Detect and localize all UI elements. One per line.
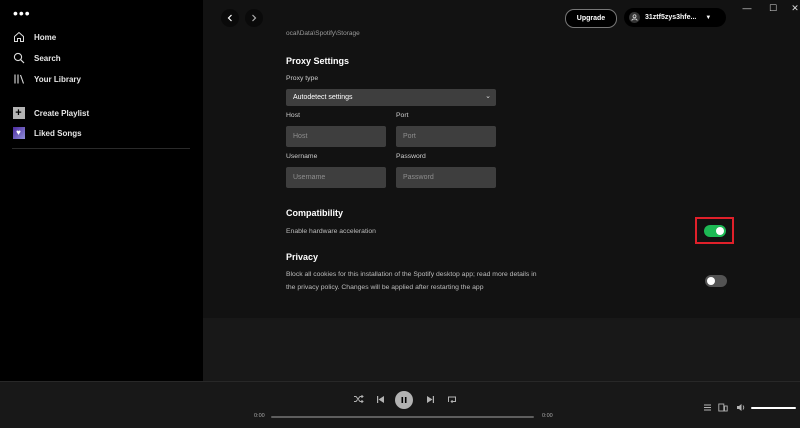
upgrade-button[interactable]: Upgrade: [565, 9, 617, 28]
connect-device-button[interactable]: [716, 400, 730, 414]
chevron-right-icon: [252, 14, 257, 22]
play-pause-button[interactable]: [395, 391, 413, 409]
mute-button[interactable]: [734, 400, 748, 414]
skip-back-icon: [376, 395, 384, 403]
user-avatar-icon: [629, 12, 640, 23]
chevron-down-icon: ⌄: [485, 93, 491, 100]
toggle-knob: [707, 277, 715, 285]
minimize-button[interactable]: —: [735, 1, 759, 15]
library-icon: [12, 73, 25, 86]
pause-icon: [401, 397, 407, 403]
next-button[interactable]: [423, 392, 437, 406]
proxy-type-value: Autodetect settings: [293, 94, 353, 101]
port-label: Port: [396, 112, 409, 119]
sidebar-divider: [12, 148, 190, 149]
shuffle-button[interactable]: [351, 392, 365, 406]
forward-button[interactable]: [245, 9, 263, 27]
username-input[interactable]: Username: [286, 167, 386, 188]
search-icon: [12, 52, 25, 65]
storage-path: ocal\Data\Spotify\Storage: [286, 30, 360, 37]
sidebar-item-label: Your Library: [34, 74, 81, 84]
elapsed-time: 0:00: [254, 413, 265, 419]
privacy-description-line2: the privacy policy. Changes will be appl…: [286, 284, 484, 291]
sidebar-item-label: Search: [34, 53, 61, 63]
host-placeholder: Host: [293, 133, 308, 140]
password-input[interactable]: Password: [396, 167, 496, 188]
home-icon: [12, 31, 25, 44]
progress-bar[interactable]: [271, 416, 534, 418]
repeat-icon: [448, 396, 456, 403]
username-label: 31ztf5zys3hfe...: [645, 14, 697, 21]
previous-button[interactable]: [373, 392, 387, 406]
host-input[interactable]: Host: [286, 126, 386, 147]
queue-icon: [703, 404, 711, 410]
sidebar-item-label: Liked Songs: [34, 128, 82, 138]
total-duration: 0:00: [542, 413, 553, 419]
skip-forward-icon: [426, 395, 434, 403]
username-label: Username: [286, 153, 318, 160]
port-input[interactable]: Port: [396, 126, 496, 147]
hardware-acceleration-label: Enable hardware acceleration: [286, 228, 376, 235]
highlight-box: [695, 217, 734, 244]
repeat-button[interactable]: [445, 392, 459, 406]
heart-icon: ♥: [12, 127, 25, 140]
proxy-type-label: Proxy type: [286, 75, 319, 82]
sidebar: ••• Home Search Your Library + Create Pl…: [0, 0, 203, 381]
caret-down-icon: ▼: [705, 14, 712, 21]
queue-button[interactable]: [700, 400, 714, 414]
volume-icon: [737, 403, 745, 411]
devices-icon: [718, 403, 728, 411]
shuffle-icon: [353, 394, 364, 404]
port-placeholder: Port: [403, 133, 416, 140]
compatibility-heading: Compatibility: [286, 208, 344, 218]
proxy-settings-heading: Proxy Settings: [286, 56, 350, 66]
close-button[interactable]: ✕: [783, 1, 800, 15]
sidebar-item-home[interactable]: Home: [12, 28, 56, 46]
volume-slider[interactable]: [751, 407, 796, 409]
sidebar-item-label: Home: [34, 32, 57, 42]
menu-dots-icon[interactable]: •••: [13, 5, 31, 21]
sidebar-item-label: Create Playlist: [34, 108, 90, 118]
maximize-button[interactable]: ☐: [761, 1, 785, 15]
password-placeholder: Password: [403, 174, 434, 181]
privacy-heading: Privacy: [286, 252, 319, 262]
block-cookies-toggle[interactable]: [705, 275, 727, 287]
back-button[interactable]: [221, 9, 239, 27]
player-bar: 0:00 0:00: [0, 381, 800, 428]
settings-panel: Upgrade 31ztf5zys3hfe... ▼ — ☐ ✕ ocal\Da…: [203, 0, 800, 381]
create-playlist-button[interactable]: + Create Playlist: [12, 104, 89, 122]
host-label: Host: [286, 112, 300, 119]
plus-icon: +: [12, 107, 25, 120]
top-bar: Upgrade 31ztf5zys3hfe... ▼ — ☐ ✕: [203, 0, 800, 34]
proxy-type-select[interactable]: Autodetect settings ⌄: [286, 89, 496, 106]
password-label: Password: [396, 153, 426, 160]
chevron-left-icon: [227, 14, 232, 22]
liked-songs-button[interactable]: ♥ Liked Songs: [12, 124, 82, 142]
username-placeholder: Username: [293, 174, 326, 181]
sidebar-item-your-library[interactable]: Your Library: [12, 70, 81, 88]
user-menu-button[interactable]: 31ztf5zys3hfe... ▼: [624, 8, 726, 27]
privacy-description-line1: Block all cookies for this installation …: [286, 271, 537, 278]
lower-panel: [203, 318, 800, 381]
sidebar-item-search[interactable]: Search: [12, 49, 61, 67]
